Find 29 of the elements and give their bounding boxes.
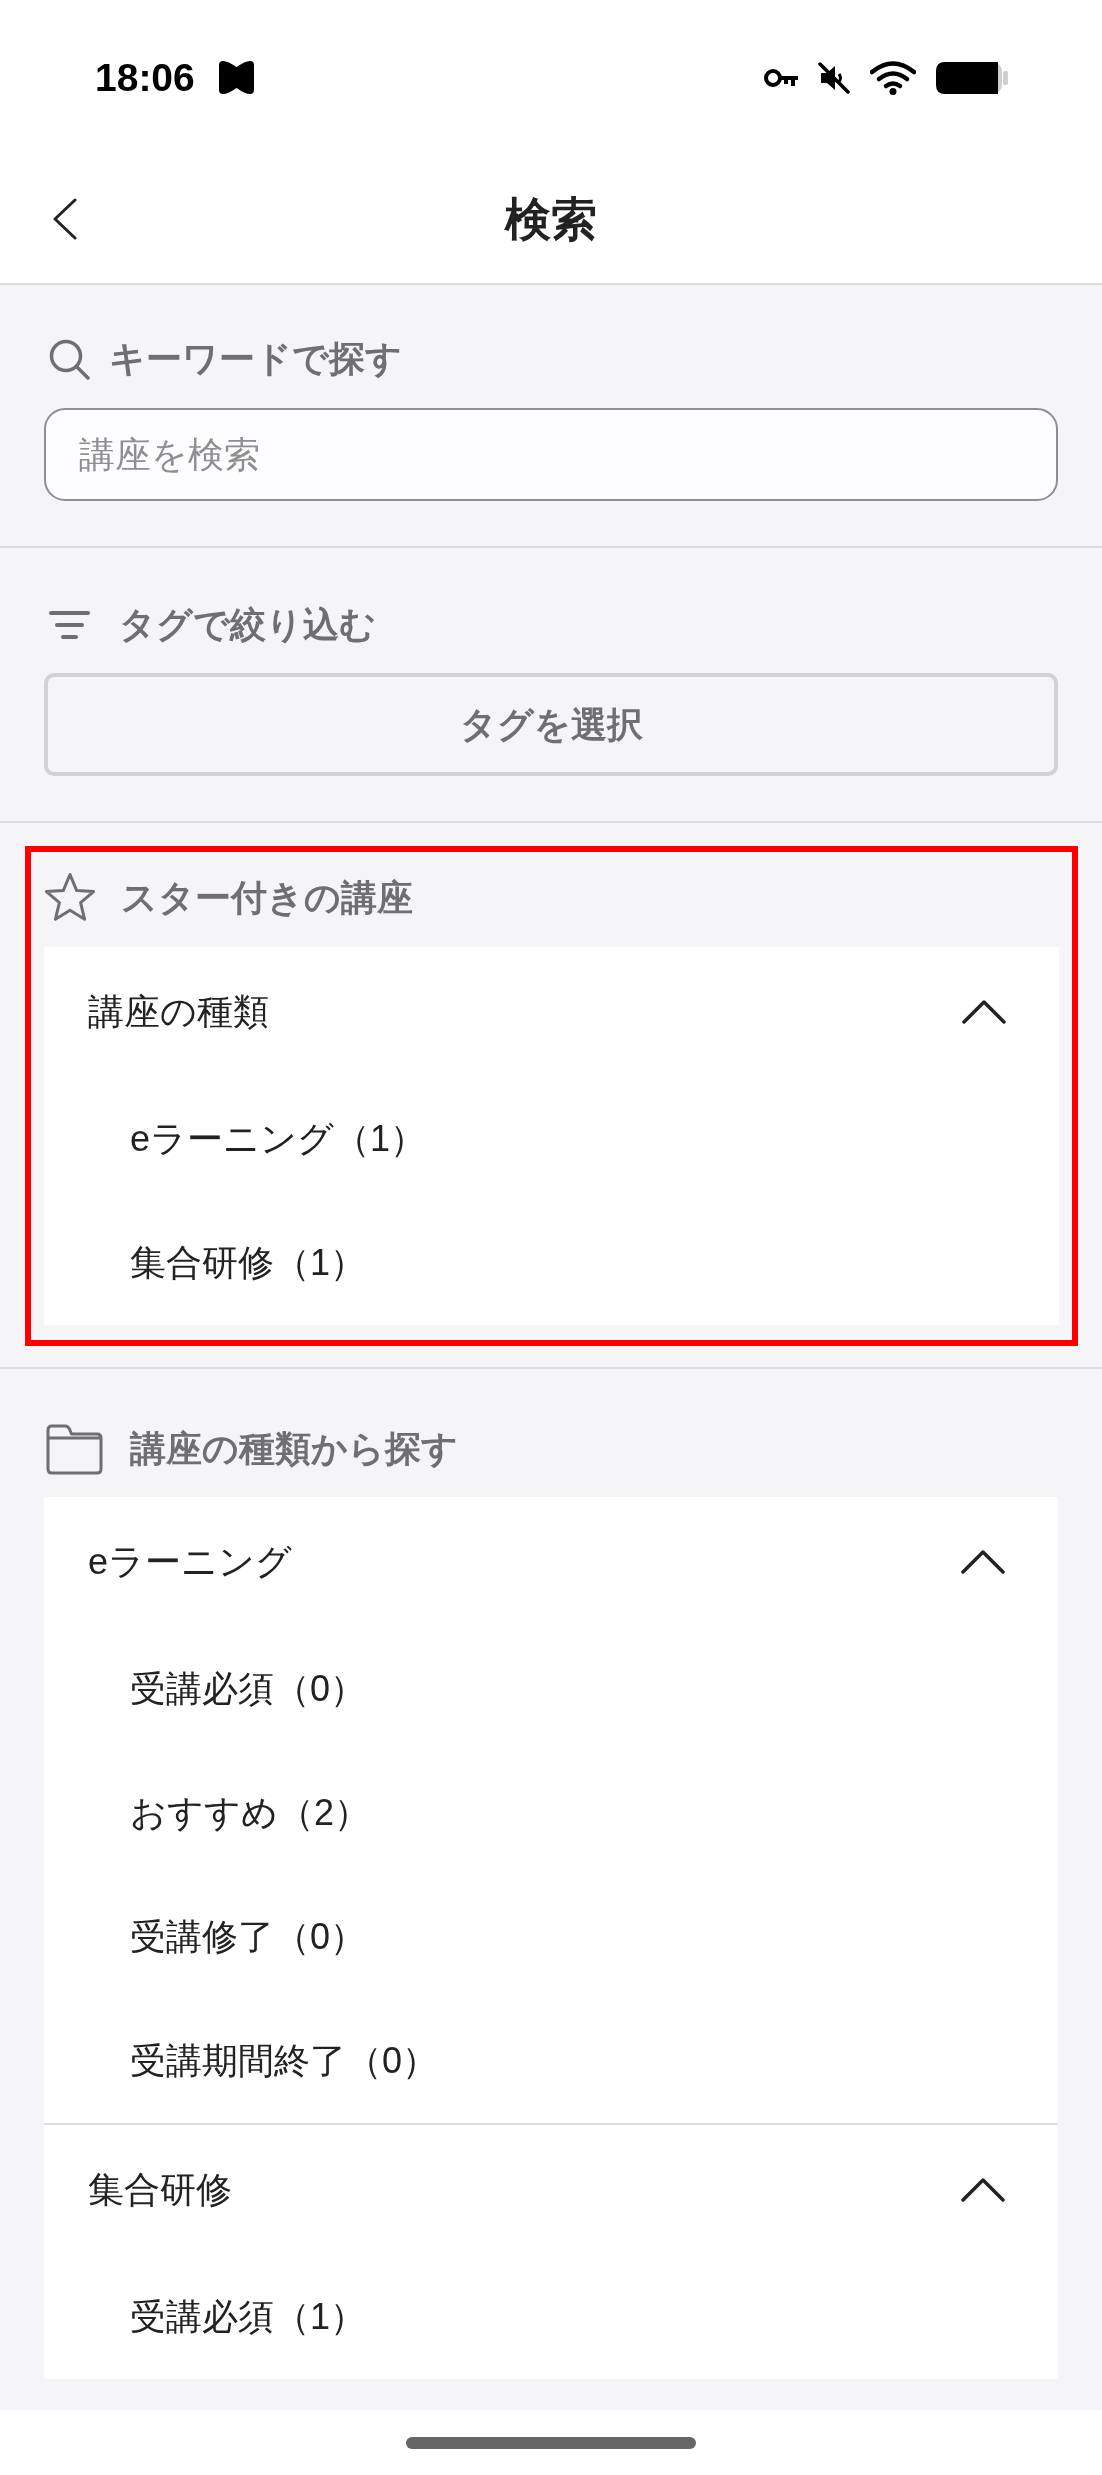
- battery-icon: [936, 61, 1008, 94]
- chevron-left-icon: [53, 198, 77, 240]
- wifi-icon: [870, 60, 916, 95]
- category-item[interactable]: 受講修了（0）: [44, 1875, 1058, 1999]
- category-item[interactable]: おすすめ（2）: [44, 1751, 1058, 1875]
- section-title: 講座の種類から探す: [130, 1427, 458, 1471]
- select-tags-button[interactable]: タグを選択: [44, 673, 1058, 776]
- category-item[interactable]: 受講必須（0）: [44, 1627, 1058, 1751]
- star-icon: [44, 872, 96, 924]
- status-time: 18:06: [95, 58, 195, 97]
- bowtie-icon: [218, 61, 254, 94]
- filter-icon: [49, 610, 90, 640]
- mute-icon: [818, 61, 850, 94]
- section-title: キーワードで探す: [109, 337, 402, 381]
- category-item[interactable]: 集合研修（1）: [44, 1201, 1059, 1325]
- back-button[interactable]: [53, 198, 77, 240]
- accordion-header[interactable]: eラーニング: [44, 1497, 1058, 1627]
- accordion-header[interactable]: 講座の種類: [44, 947, 1059, 1077]
- folder-icon: [46, 1423, 103, 1475]
- search-icon: [49, 338, 90, 380]
- category-item[interactable]: 受講必須（1）: [44, 2255, 1058, 2379]
- key-icon: [764, 67, 798, 88]
- category-item[interactable]: 受講期間終了（0）: [44, 1999, 1058, 2123]
- accordion-header[interactable]: 集合研修: [44, 2125, 1058, 2255]
- page-title: 検索: [505, 196, 597, 242]
- section-title: タグで絞り込む: [119, 603, 376, 647]
- category-item[interactable]: eラーニング（1）: [44, 1077, 1059, 1201]
- search-field[interactable]: 講座を検索: [44, 408, 1058, 501]
- section-title: スター付きの講座: [121, 876, 413, 920]
